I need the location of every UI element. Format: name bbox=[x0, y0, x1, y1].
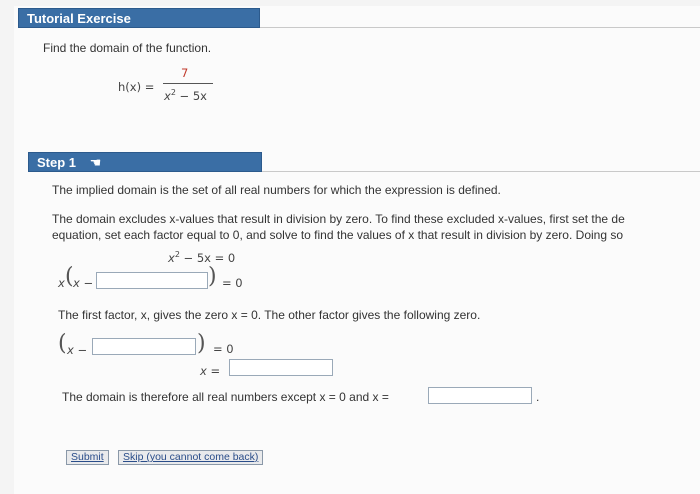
step-text-3: equation, set each factor equal to 0, an… bbox=[52, 228, 624, 242]
open-paren-2: ( bbox=[58, 331, 67, 356]
solution-input[interactable] bbox=[229, 359, 333, 376]
factor-inner: x − bbox=[73, 276, 94, 290]
zero-factor-inner: x − bbox=[67, 343, 88, 357]
equation-quadratic: x2 − 5x = 0 bbox=[168, 250, 236, 265]
solution-lhs: x = bbox=[200, 364, 221, 378]
step-header: Step 1 ☚ bbox=[28, 152, 262, 172]
skip-button[interactable]: Skip (you cannot come back) bbox=[118, 450, 264, 465]
pointer-hand-icon: ☚ bbox=[89, 155, 102, 170]
header-divider bbox=[260, 27, 700, 28]
function-numerator: 7 bbox=[181, 66, 189, 80]
exercise-panel bbox=[14, 6, 700, 494]
close-paren: ) bbox=[208, 264, 217, 289]
step-divider bbox=[262, 171, 700, 172]
function-lhs: h(x) = bbox=[118, 80, 155, 94]
step-text-2: The domain excludes x-values that result… bbox=[52, 212, 625, 226]
factor-rhs: = 0 bbox=[222, 276, 243, 290]
problem-prompt: Find the domain of the function. bbox=[43, 41, 212, 55]
submit-button[interactable]: Submit bbox=[66, 450, 109, 465]
step-text-4: The first factor, x, gives the zero x = … bbox=[58, 308, 481, 322]
zero-factor-input[interactable] bbox=[92, 338, 196, 355]
fraction-bar bbox=[163, 83, 213, 84]
factor-input[interactable] bbox=[96, 272, 208, 289]
final-period: . bbox=[536, 390, 540, 404]
step-text-5: The domain is therefore all real numbers… bbox=[62, 390, 389, 404]
factor-x: x bbox=[58, 276, 65, 290]
domain-exception-input[interactable] bbox=[428, 387, 532, 404]
close-paren-2: ) bbox=[197, 331, 206, 356]
tutorial-header: Tutorial Exercise bbox=[18, 8, 260, 28]
step-text-1: The implied domain is the set of all rea… bbox=[52, 183, 501, 197]
zero-factor-rhs: = 0 bbox=[213, 342, 234, 356]
function-denominator: x2 − 5x bbox=[164, 88, 207, 103]
